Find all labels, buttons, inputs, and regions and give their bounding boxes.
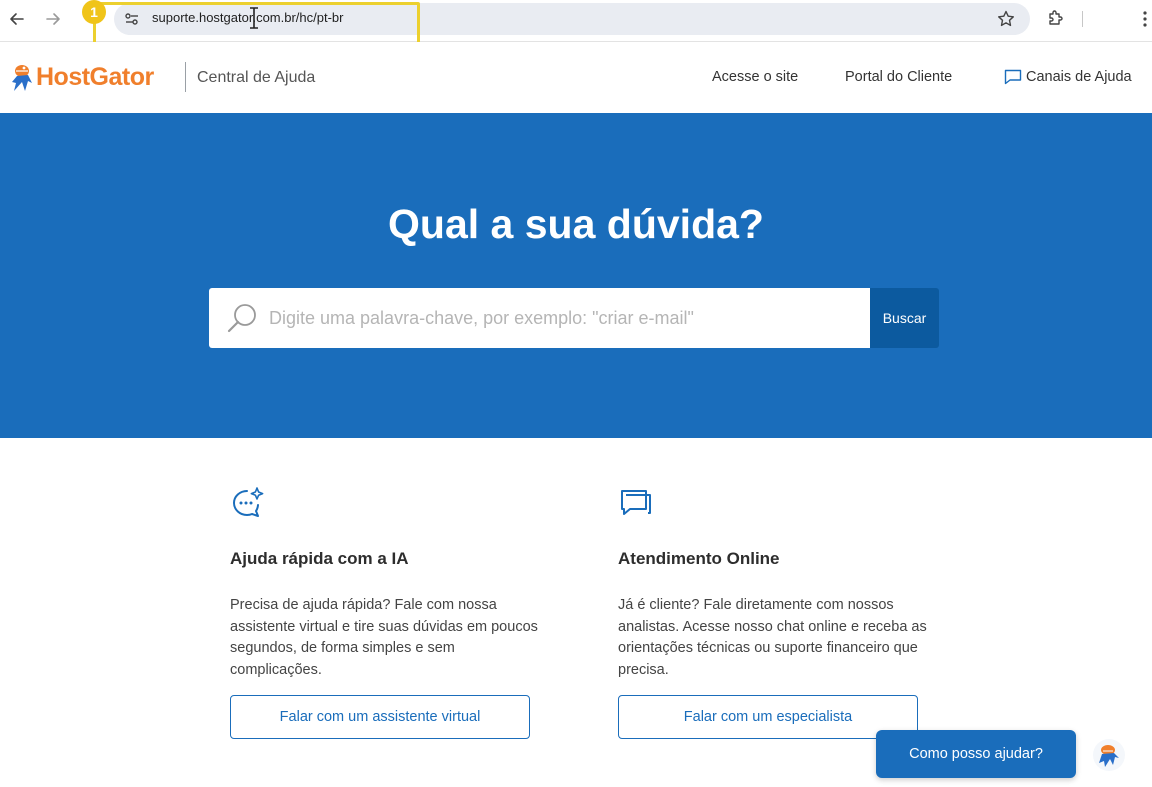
hostgator-logo[interactable]: HostGator — [10, 60, 154, 94]
forward-button[interactable] — [41, 7, 65, 31]
extensions-icon[interactable] — [1046, 8, 1066, 28]
gator-mascot-icon — [12, 65, 32, 91]
browser-menu-icon[interactable] — [1137, 9, 1152, 29]
virtual-assistant-button[interactable]: Falar com um assistente virtual — [230, 695, 530, 739]
logo-subtitle: Central de Ajuda — [197, 69, 316, 86]
search-input[interactable] — [269, 288, 859, 348]
bookmark-star-icon[interactable] — [996, 9, 1016, 29]
search-icon — [227, 304, 256, 333]
back-button[interactable] — [5, 7, 29, 31]
nav-link-canais-de-ajuda[interactable]: Canais de Ajuda — [1004, 69, 1132, 85]
chat-avatar[interactable] — [1092, 738, 1126, 772]
card-ai-help: Ajuda rápida com a IA Precisa de ajuda r… — [230, 486, 550, 739]
card-description: Precisa de ajuda rápida? Fale com nossa … — [230, 597, 538, 678]
step-badge: 1 — [82, 0, 106, 24]
arrow-right-icon — [46, 13, 60, 25]
hero-section: Qual a sua dúvida? Buscar — [0, 113, 1152, 438]
toolbar-separator — [1082, 11, 1083, 27]
site-header: HostGator Central de Ajuda Acesse o site… — [0, 42, 1152, 113]
gator-avatar-icon — [1093, 739, 1125, 771]
ai-chat-sparkle-icon — [233, 487, 264, 517]
specialist-button[interactable]: Falar com um especialista — [618, 695, 918, 739]
nav-link-portal-do-cliente[interactable]: Portal do Cliente — [845, 69, 952, 85]
search-box — [209, 288, 871, 348]
text-cursor-icon — [248, 6, 260, 30]
search-button[interactable]: Buscar — [870, 288, 939, 348]
arrow-left-icon — [10, 13, 24, 25]
hero-title: Qual a sua dúvida? — [388, 201, 764, 247]
chat-widget-button[interactable]: Como posso ajudar? — [876, 730, 1076, 778]
nav-link-label: Canais de Ajuda — [1026, 69, 1132, 85]
card-title: Atendimento Online — [618, 549, 780, 568]
card-online-support: Atendimento Online Já é cliente? Fale di… — [618, 486, 938, 739]
card-title: Ajuda rápida com a IA — [230, 549, 409, 568]
logo-text: HostGator — [36, 62, 154, 91]
chat-bubbles-icon — [621, 490, 651, 515]
nav-link-acesse-o-site[interactable]: Acesse o site — [712, 69, 798, 85]
logo-divider — [185, 62, 186, 92]
card-description: Já é cliente? Fale diretamente com nosso… — [618, 597, 927, 678]
chat-bubble-icon — [1004, 69, 1022, 85]
